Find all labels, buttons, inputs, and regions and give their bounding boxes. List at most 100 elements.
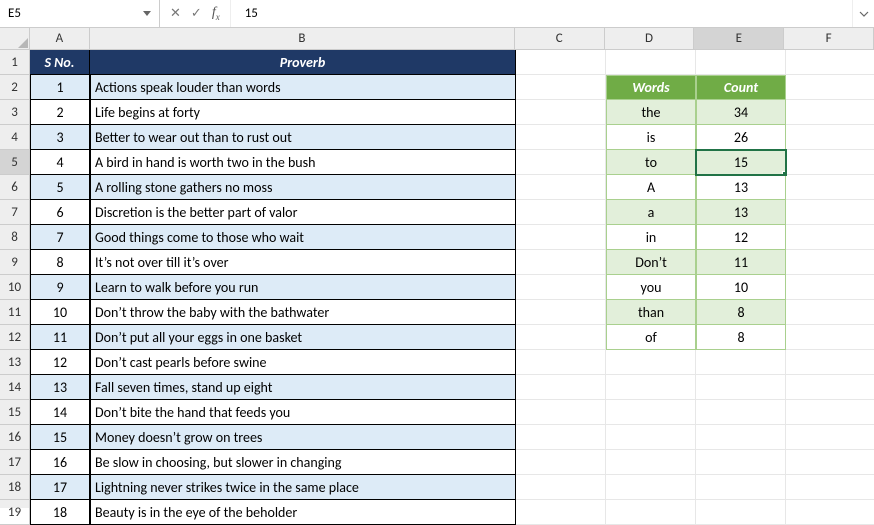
proverb-cell-11[interactable]: Don’t throw the baby with the bathwater: [90, 300, 516, 325]
proverb-cell-10[interactable]: Learn to walk before you run: [90, 275, 516, 300]
cell-F17[interactable]: [786, 450, 874, 475]
column-header-D[interactable]: D: [605, 28, 695, 50]
word-cell-8[interactable]: in: [606, 225, 696, 250]
row-header-14[interactable]: 14: [0, 375, 30, 400]
cell-E14[interactable]: [696, 375, 786, 400]
cell-F11[interactable]: [786, 300, 874, 325]
expand-formula-bar-icon[interactable]: [852, 0, 874, 27]
cell-C1[interactable]: [516, 50, 606, 75]
word-cell-7[interactable]: a: [606, 200, 696, 225]
cell-C6[interactable]: [516, 175, 606, 200]
cell-C4[interactable]: [516, 125, 606, 150]
cell-F13[interactable]: [786, 350, 874, 375]
proverb-cell-13[interactable]: Don’t cast pearls before swine: [90, 350, 516, 375]
header-sno[interactable]: S No.: [30, 50, 90, 75]
count-cell-6[interactable]: 13: [696, 175, 786, 200]
sno-cell-11[interactable]: 10: [30, 300, 90, 325]
row-header-17[interactable]: 17: [0, 450, 30, 475]
formula-input[interactable]: 15: [231, 0, 852, 27]
cell-F16[interactable]: [786, 425, 874, 450]
cell-E18[interactable]: [696, 475, 786, 500]
cell-F5[interactable]: [786, 150, 874, 175]
row-header-18[interactable]: 18: [0, 475, 30, 500]
cell-C15[interactable]: [516, 400, 606, 425]
proverb-cell-8[interactable]: Good things come to those who wait: [90, 225, 516, 250]
word-cell-9[interactable]: Don’t: [606, 250, 696, 275]
sno-cell-10[interactable]: 9: [30, 275, 90, 300]
proverb-cell-16[interactable]: Money doesn’t grow on trees: [90, 425, 516, 450]
word-cell-3[interactable]: the: [606, 100, 696, 125]
sno-cell-6[interactable]: 5: [30, 175, 90, 200]
cell-C9[interactable]: [516, 250, 606, 275]
column-header-C[interactable]: C: [515, 28, 605, 50]
row-header-9[interactable]: 9: [0, 250, 30, 275]
column-header-F[interactable]: F: [784, 28, 874, 50]
cell-F2[interactable]: [786, 75, 874, 100]
cell-C8[interactable]: [516, 225, 606, 250]
proverb-cell-3[interactable]: Life begins at forty: [90, 100, 516, 125]
cell-D13[interactable]: [606, 350, 696, 375]
cancel-icon[interactable]: ✕: [170, 6, 181, 21]
cell-C18[interactable]: [516, 475, 606, 500]
cell-D15[interactable]: [606, 400, 696, 425]
cell-C12[interactable]: [516, 325, 606, 350]
cell-C5[interactable]: [516, 150, 606, 175]
word-cell-10[interactable]: you: [606, 275, 696, 300]
cell-C19[interactable]: [516, 500, 606, 525]
cell-F1[interactable]: [786, 50, 874, 75]
row-header-13[interactable]: 13: [0, 350, 30, 375]
sno-cell-16[interactable]: 15: [30, 425, 90, 450]
cell-F19[interactable]: [786, 500, 874, 525]
header-count[interactable]: Count: [696, 75, 786, 100]
sno-cell-14[interactable]: 13: [30, 375, 90, 400]
proverb-cell-2[interactable]: Actions speak louder than words: [90, 75, 516, 100]
cell-C13[interactable]: [516, 350, 606, 375]
count-cell-11[interactable]: 8: [696, 300, 786, 325]
cell-F14[interactable]: [786, 375, 874, 400]
count-cell-4[interactable]: 26: [696, 125, 786, 150]
sno-cell-12[interactable]: 11: [30, 325, 90, 350]
proverb-cell-18[interactable]: Lightning never strikes twice in the sam…: [90, 475, 516, 500]
count-cell-12[interactable]: 8: [696, 325, 786, 350]
count-cell-8[interactable]: 12: [696, 225, 786, 250]
row-header-11[interactable]: 11: [0, 300, 30, 325]
cell-D17[interactable]: [606, 450, 696, 475]
cell-D1[interactable]: [606, 50, 696, 75]
proverb-cell-14[interactable]: Fall seven times, stand up eight: [90, 375, 516, 400]
cell-C2[interactable]: [516, 75, 606, 100]
header-words[interactable]: Words: [606, 75, 696, 100]
row-header-5[interactable]: 5: [0, 150, 30, 175]
column-header-A[interactable]: A: [30, 28, 90, 50]
cell-D19[interactable]: [606, 500, 696, 525]
sno-cell-2[interactable]: 1: [30, 75, 90, 100]
row-header-8[interactable]: 8: [0, 225, 30, 250]
sno-cell-8[interactable]: 7: [30, 225, 90, 250]
sno-cell-3[interactable]: 2: [30, 100, 90, 125]
cell-D18[interactable]: [606, 475, 696, 500]
row-header-12[interactable]: 12: [0, 325, 30, 350]
sno-cell-9[interactable]: 8: [30, 250, 90, 275]
cell-D14[interactable]: [606, 375, 696, 400]
cell-E16[interactable]: [696, 425, 786, 450]
row-header-19[interactable]: 19: [0, 500, 30, 525]
column-header-E[interactable]: E: [694, 28, 784, 50]
word-cell-11[interactable]: than: [606, 300, 696, 325]
row-header-15[interactable]: 15: [0, 400, 30, 425]
proverb-cell-19[interactable]: Beauty is in the eye of the beholder: [90, 500, 516, 525]
row-header-16[interactable]: 16: [0, 425, 30, 450]
proverb-cell-15[interactable]: Don’t bite the hand that feeds you: [90, 400, 516, 425]
cell-F8[interactable]: [786, 225, 874, 250]
proverb-cell-17[interactable]: Be slow in choosing, but slower in chang…: [90, 450, 516, 475]
cell-C17[interactable]: [516, 450, 606, 475]
cell-F9[interactable]: [786, 250, 874, 275]
proverb-cell-7[interactable]: Discretion is the better part of valor: [90, 200, 516, 225]
select-all-triangle[interactable]: [0, 28, 30, 50]
cell-F6[interactable]: [786, 175, 874, 200]
count-cell-7[interactable]: 13: [696, 200, 786, 225]
name-box[interactable]: E5: [0, 0, 160, 27]
proverb-cell-4[interactable]: Better to wear out than to rust out: [90, 125, 516, 150]
word-cell-5[interactable]: to: [606, 150, 696, 175]
cell-F15[interactable]: [786, 400, 874, 425]
header-proverb[interactable]: Proverb: [90, 50, 516, 75]
sno-cell-18[interactable]: 17: [30, 475, 90, 500]
